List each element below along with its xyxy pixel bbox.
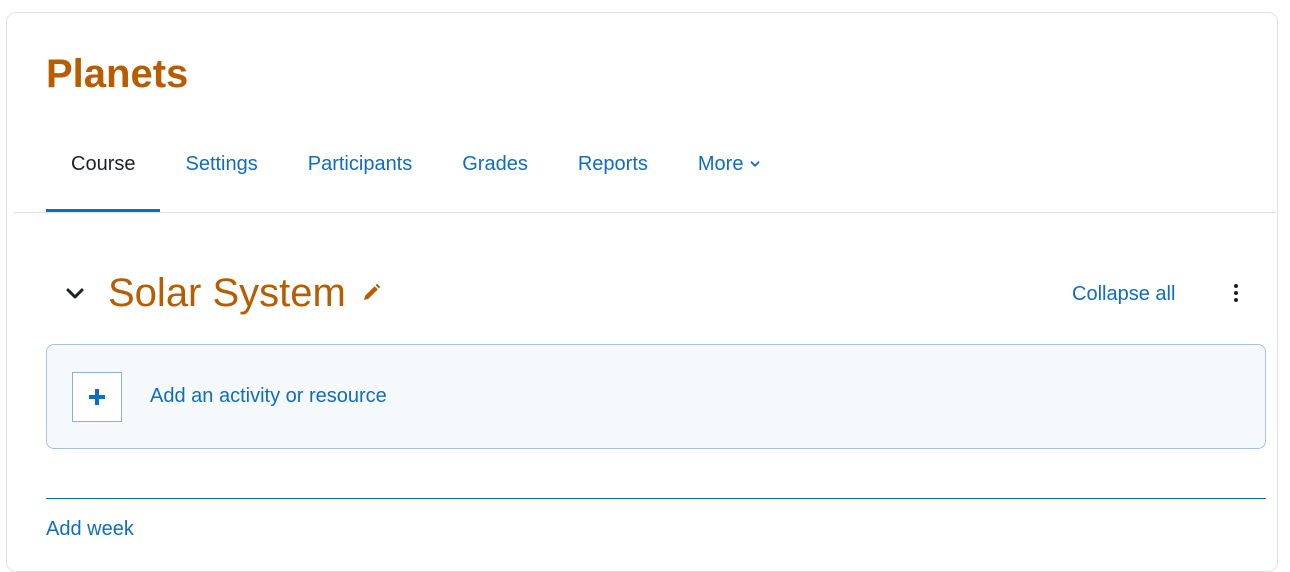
section-title[interactable]: Solar System xyxy=(108,268,346,318)
kebab-dot xyxy=(1234,291,1238,295)
collapse-all-link[interactable]: Collapse all xyxy=(1072,280,1175,308)
kebab-dot xyxy=(1234,284,1238,288)
tab-grades[interactable]: Grades xyxy=(437,138,553,190)
tab-course[interactable]: Course xyxy=(46,138,161,212)
chevron-down-icon xyxy=(64,282,86,304)
tab-more[interactable]: More xyxy=(673,138,787,190)
tab-settings-label: Settings xyxy=(185,153,258,175)
tab-reports-label: Reports xyxy=(577,153,648,175)
plus-icon xyxy=(87,387,107,407)
add-week-link[interactable]: Add week xyxy=(46,515,134,543)
tab-more-label: More xyxy=(697,153,744,175)
add-activity-label: Add an activity or resource xyxy=(150,385,387,407)
secondary-navigation: Course Settings Participants Grades Repo… xyxy=(46,138,786,212)
plus-icon-box xyxy=(72,371,122,422)
pencil-icon[interactable] xyxy=(360,282,382,304)
tab-grades-label: Grades xyxy=(462,153,528,175)
section-collapse-toggle[interactable] xyxy=(62,280,88,306)
page-title: Planets xyxy=(46,52,189,96)
section-header: Solar System xyxy=(62,268,382,318)
add-activity-button[interactable]: Add an activity or resource xyxy=(46,344,1266,449)
kebab-dot xyxy=(1234,298,1238,302)
tab-participants[interactable]: Participants xyxy=(283,138,438,190)
tab-settings[interactable]: Settings xyxy=(160,138,282,190)
tabs-divider xyxy=(14,212,1276,213)
kebab-menu-icon[interactable] xyxy=(1226,278,1246,308)
section-divider xyxy=(46,498,1266,499)
chevron-down-icon xyxy=(749,158,761,170)
tab-reports[interactable]: Reports xyxy=(553,138,673,190)
tab-participants-label: Participants xyxy=(307,153,413,175)
tab-course-label: Course xyxy=(71,153,136,175)
